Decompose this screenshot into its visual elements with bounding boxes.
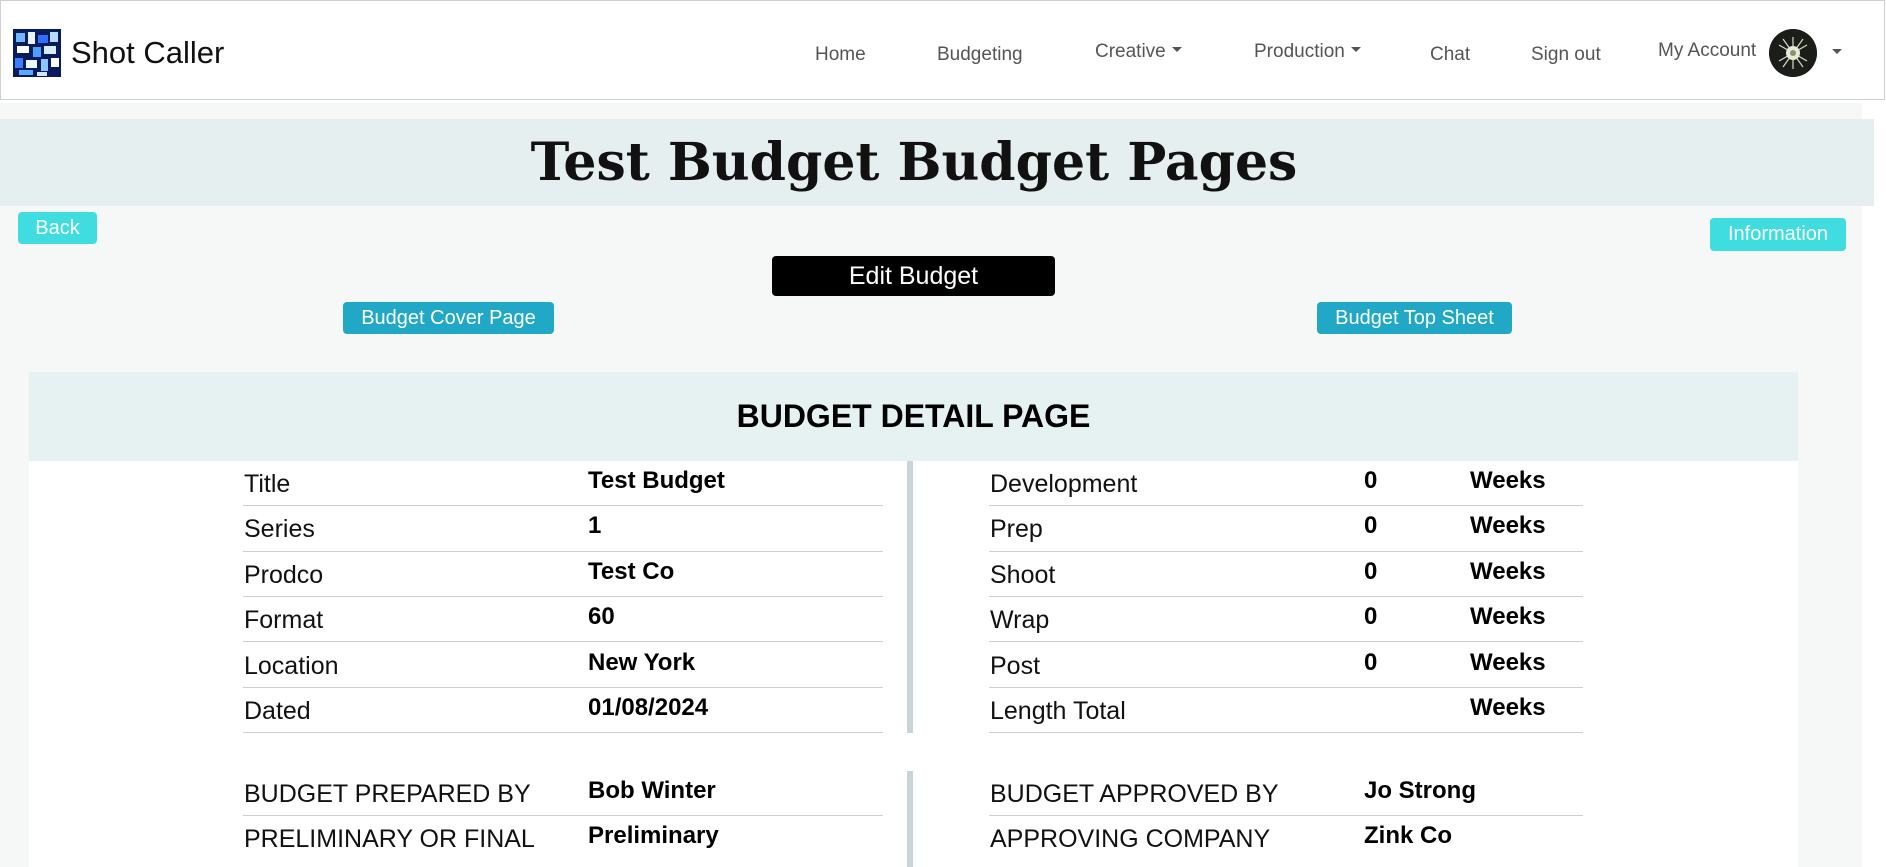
budget-detail-heading: BUDGET DETAIL PAGE xyxy=(736,398,1091,434)
row-value: New York xyxy=(588,649,696,676)
row-value: 0 xyxy=(1364,512,1378,539)
nav-production-dropdown[interactable]: Production xyxy=(1254,41,1361,63)
nav-production-label: Production xyxy=(1254,41,1345,62)
row-unit: Weeks xyxy=(1470,649,1546,676)
avatar-image-icon xyxy=(1769,29,1817,77)
budget-cover-page-button[interactable]: Budget Cover Page xyxy=(343,302,554,334)
column-divider-bottom xyxy=(907,771,913,867)
nav-my-account[interactable]: My Account xyxy=(1658,40,1756,62)
row-value: Zink Co xyxy=(1364,822,1452,849)
row-label: Dated xyxy=(244,697,311,725)
row-divider xyxy=(243,732,883,733)
row-value: 01/08/2024 xyxy=(588,694,709,721)
page-title: Test Budget Budget Pages xyxy=(530,132,1298,193)
row-divider xyxy=(243,505,883,506)
row-divider xyxy=(989,505,1583,506)
row-value: Test Co xyxy=(588,558,675,585)
row-divider xyxy=(989,732,1583,733)
row-value: Test Budget xyxy=(588,467,725,494)
user-avatar[interactable] xyxy=(1769,29,1817,77)
nav-creative-dropdown[interactable]: Creative xyxy=(1095,41,1182,63)
row-label: APPROVING COMPANY xyxy=(990,825,1271,853)
row-unit: Weeks xyxy=(1470,512,1546,539)
nav-chat[interactable]: Chat xyxy=(1430,44,1470,66)
row-value: 1 xyxy=(588,512,602,539)
row-divider xyxy=(243,815,883,816)
nav-creative-label: Creative xyxy=(1095,41,1166,62)
row-label: Series xyxy=(244,515,315,543)
row-label: PRELIMINARY OR FINAL xyxy=(244,825,535,853)
row-divider xyxy=(989,551,1583,552)
row-value: 0 xyxy=(1364,603,1378,630)
row-divider xyxy=(989,687,1583,688)
row-label: Development xyxy=(990,470,1138,498)
back-button[interactable]: Back xyxy=(18,212,97,244)
row-divider xyxy=(243,551,883,552)
row-value: 0 xyxy=(1364,558,1378,585)
row-value: 0 xyxy=(1364,649,1378,676)
row-divider xyxy=(243,596,883,597)
row-value: 0 xyxy=(1364,467,1378,494)
column-divider-top xyxy=(907,461,913,733)
nav-home[interactable]: Home xyxy=(815,44,866,66)
row-unit: Weeks xyxy=(1470,603,1546,630)
row-value: Preliminary xyxy=(588,822,719,849)
row-value: Bob Winter xyxy=(588,777,716,804)
row-label: Location xyxy=(244,652,339,680)
row-unit: Weeks xyxy=(1470,694,1546,721)
row-value: Jo Strong xyxy=(1364,777,1476,804)
edit-budget-button[interactable]: Edit Budget xyxy=(772,256,1055,296)
nav-budgeting[interactable]: Budgeting xyxy=(937,44,1023,66)
row-divider xyxy=(243,641,883,642)
brand-name: Shot Caller xyxy=(71,35,225,70)
chevron-down-icon xyxy=(1350,47,1361,53)
row-unit: Weeks xyxy=(1470,558,1546,585)
row-label: Prep xyxy=(990,515,1043,543)
row-unit: Weeks xyxy=(1470,467,1546,494)
shot-caller-logo-icon xyxy=(13,29,61,77)
row-label: BUDGET PREPARED BY xyxy=(244,780,531,808)
row-label: Length Total xyxy=(990,697,1126,725)
row-divider xyxy=(989,641,1583,642)
row-label: Title xyxy=(244,470,291,498)
top-navbar: Shot Caller Home Budgeting Creative Prod… xyxy=(0,0,1885,100)
chevron-down-icon xyxy=(1171,47,1182,53)
information-button[interactable]: Information xyxy=(1710,218,1846,251)
budget-top-sheet-button[interactable]: Budget Top Sheet xyxy=(1317,302,1512,334)
row-divider xyxy=(989,815,1583,816)
row-divider xyxy=(989,596,1583,597)
row-label: Prodco xyxy=(244,561,324,589)
row-value: 60 xyxy=(588,603,615,630)
row-label: Format xyxy=(244,606,324,634)
row-label: BUDGET APPROVED BY xyxy=(990,780,1279,808)
account-chevron-down-icon[interactable] xyxy=(1832,49,1842,54)
brand[interactable]: Shot Caller xyxy=(13,29,224,77)
row-label: Post xyxy=(990,652,1041,680)
nav-sign-out[interactable]: Sign out xyxy=(1531,44,1601,66)
row-label: Wrap xyxy=(990,606,1050,634)
row-label: Shoot xyxy=(990,561,1056,589)
row-divider xyxy=(243,687,883,688)
